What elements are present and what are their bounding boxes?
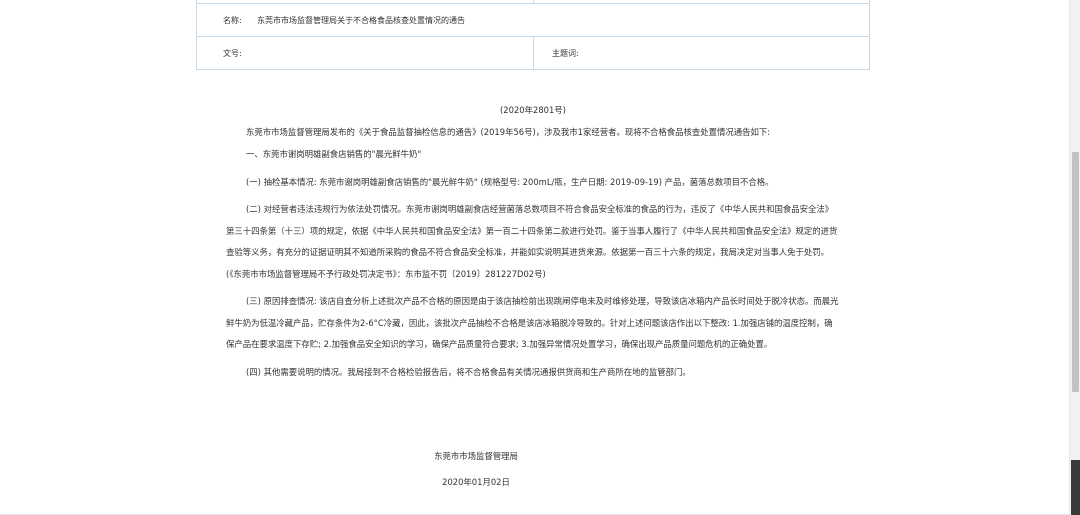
paragraph-penalty: (二) 对经营者违法违规行为依法处罚情况。东莞市谢岗明雄副食店经营菌落总数项目不… (226, 204, 838, 279)
paragraph-sampling: (一) 抽检基本情况: 东莞市谢岗明雄副食店销售的"晨光鲜牛奶" (规格型号: … (246, 176, 774, 187)
name-value: 东莞市市场监督管理局关于不合格食品核查处置情况的通告 (257, 16, 465, 25)
document-body: (2020年2801号) 东莞市市场监督管理局发布的《关于食品监督抽检信息的通告… (226, 100, 840, 383)
meta-row-name: 名称: 东莞市市场监督管理局关于不合格食品核查处置情况的通告 (197, 4, 869, 37)
vertical-scrollbar[interactable] (1069, 0, 1080, 515)
docno-label: 文号: (223, 49, 242, 58)
document-intro: 东莞市市场监督管理局发布的《关于食品监督抽检信息的通告》(2019年56号)，涉… (246, 126, 771, 137)
paragraph-cause: (三) 原因排查情况: 该店自查分析上述批次产品不合格的原因是由于该店抽检前出现… (226, 296, 839, 349)
issuer: 东莞市市场监督管理局 (434, 451, 518, 461)
side-tab[interactable] (1071, 460, 1080, 515)
meta-row-docno-subject: 文号: 主题词: (197, 37, 869, 70)
subject-label: 主题词: (552, 49, 579, 58)
issue-date: 2020年01月02日 (442, 477, 510, 487)
scrollbar-thumb[interactable] (1072, 152, 1079, 392)
document-number: (2020年2801号) (500, 105, 566, 115)
document-meta-table: 名称: 东莞市市场监督管理局关于不合格食品核查处置情况的通告 文号: 主题词: (196, 0, 870, 70)
column-divider (533, 37, 534, 70)
section-heading: 一、东莞市谢岗明雄副食店销售的"晨光鲜牛奶" (246, 149, 422, 159)
paragraph-other: (四) 其他需要说明的情况。我局接到不合格检验报告后，将不合格食品有关情况通报供… (246, 366, 691, 377)
name-label: 名称: (223, 16, 242, 25)
